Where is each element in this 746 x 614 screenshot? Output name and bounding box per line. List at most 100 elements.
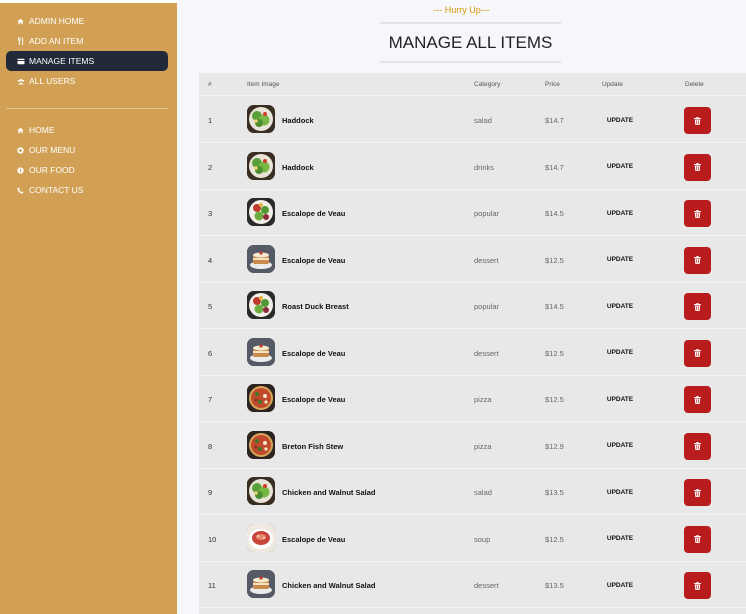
item-image xyxy=(247,105,275,133)
items-table: # Item Image Category Price Update Delet… xyxy=(199,73,746,614)
item-category: popular xyxy=(474,209,500,218)
item-image xyxy=(247,337,275,366)
item-price: $13.5 xyxy=(545,488,564,497)
item-image xyxy=(247,291,275,319)
item-image xyxy=(247,384,275,412)
item-image xyxy=(247,198,275,226)
item-price: $12.5 xyxy=(545,348,564,358)
row-number: 6 xyxy=(208,348,213,358)
main-content: --- Hurry Up--- MANAGE ALL ITEMS # Item … xyxy=(177,0,746,614)
table-row: 3 Escalope de Veau popular $14.5 UPDATE xyxy=(199,190,746,236)
title-box: MANAGE ALL ITEMS xyxy=(380,22,561,63)
sidebar-item-label: Contact Us xyxy=(29,185,84,195)
update-button[interactable]: UPDATE xyxy=(599,252,641,268)
sidebar-item-label: Our Menu xyxy=(29,145,76,155)
item-name: Haddock xyxy=(282,162,314,172)
item-image xyxy=(247,244,275,273)
update-button[interactable]: UPDATE xyxy=(599,205,641,221)
update-button[interactable]: UPDATE xyxy=(599,298,641,314)
delete-button[interactable] xyxy=(684,479,711,506)
table-row: 4 Escalope de Veau dessert $12.5 UPDATE xyxy=(199,237,746,283)
sidebar-item-contact-us[interactable]: Contact Us xyxy=(6,180,168,200)
col-header-number: # xyxy=(208,81,212,88)
delete-button[interactable] xyxy=(684,246,711,274)
row-number: 11 xyxy=(208,581,216,590)
item-image xyxy=(247,477,275,505)
col-header-category: Category xyxy=(474,81,501,88)
sidebar-item-home[interactable]: Home xyxy=(6,120,168,140)
item-image xyxy=(247,523,275,552)
sidebar-item-all-users[interactable]: All Users xyxy=(6,71,168,91)
item-name: Chicken and Walnut Salad xyxy=(282,581,376,590)
utensils-icon xyxy=(15,37,26,45)
delete-button[interactable] xyxy=(684,386,711,413)
trash-icon xyxy=(694,116,701,125)
sidebar-item-our-menu[interactable]: Our Menu xyxy=(6,140,168,160)
sidebar-item-our-food[interactable]: Our Food xyxy=(6,160,168,180)
table-row: 5 Roast Duck Breast popular $14.5 UPDATE xyxy=(199,283,746,329)
row-number: 8 xyxy=(208,441,213,451)
trash-icon xyxy=(694,535,701,543)
delete-button[interactable] xyxy=(684,153,711,181)
item-price: $14.5 xyxy=(545,209,564,218)
item-price: $12.5 xyxy=(545,255,564,265)
update-button[interactable]: UPDATE xyxy=(599,577,641,593)
section-subtitle: --- Hurry Up--- xyxy=(433,5,490,15)
item-category: dessert xyxy=(474,348,499,358)
sidebar-item-admin-home[interactable]: Admin Home xyxy=(6,11,168,31)
item-name: Roast Duck Breast xyxy=(282,302,349,311)
item-category: dessert xyxy=(474,581,499,590)
table-row: 2 Haddock drinks $14.7 UPDATE xyxy=(199,144,746,190)
row-number: 5 xyxy=(208,302,213,311)
item-category: dessert xyxy=(474,255,499,265)
page-title: MANAGE ALL ITEMS xyxy=(388,32,553,52)
item-price: $14.7 xyxy=(545,162,564,172)
delete-button[interactable] xyxy=(684,525,711,553)
item-category: soup xyxy=(474,534,491,544)
trash-icon xyxy=(694,442,701,450)
item-category: salad xyxy=(474,116,492,125)
users-icon xyxy=(15,78,26,85)
item-name: Escalope de Veau xyxy=(282,534,346,544)
item-price: $12.9 xyxy=(545,441,564,451)
home-icon xyxy=(15,127,26,134)
item-price: $12.5 xyxy=(545,395,564,404)
sidebar: Admin Home Add an Item Manage Items All Use… xyxy=(0,3,177,614)
delete-button[interactable] xyxy=(684,339,711,367)
item-image xyxy=(247,570,275,598)
item-price: $14.5 xyxy=(545,302,564,311)
update-button[interactable]: UPDATE xyxy=(599,438,641,454)
sidebar-item-label: Our Food xyxy=(29,165,75,175)
update-button[interactable]: UPDATE xyxy=(599,345,641,361)
trash-icon xyxy=(694,302,701,311)
table-row: 8 Breton Fish Stew pizza $12.9 UPDATE xyxy=(199,423,746,469)
trash-icon xyxy=(694,488,701,497)
sidebar-item-manage-items[interactable]: Manage Items xyxy=(6,51,168,71)
delete-button[interactable] xyxy=(684,107,711,134)
wallet-icon xyxy=(15,58,26,65)
trash-icon xyxy=(694,349,701,357)
sidebar-item-label: All Users xyxy=(29,76,76,86)
delete-button[interactable] xyxy=(684,200,711,227)
delete-button[interactable] xyxy=(684,572,711,599)
item-name: Chicken and Walnut Salad xyxy=(282,488,376,497)
item-category: salad xyxy=(474,488,492,497)
table-row: 1 Haddock salad $14.7 UPDATE xyxy=(199,97,746,143)
update-button[interactable]: UPDATE xyxy=(599,112,641,128)
row-number: 3 xyxy=(208,209,213,218)
update-button[interactable]: UPDATE xyxy=(599,391,641,407)
col-header-delete: Delete xyxy=(685,81,704,88)
update-button[interactable]: UPDATE xyxy=(599,484,641,500)
delete-button[interactable] xyxy=(684,293,711,320)
delete-button[interactable] xyxy=(684,432,711,460)
item-category: pizza xyxy=(474,395,492,404)
sidebar-item-add-an-item[interactable]: Add an Item xyxy=(6,31,168,51)
trash-icon xyxy=(694,163,701,171)
update-button[interactable]: UPDATE xyxy=(599,159,641,175)
item-image xyxy=(247,430,275,459)
item-category: pizza xyxy=(474,441,492,451)
phone-icon xyxy=(15,187,26,194)
row-number: 4 xyxy=(208,255,213,265)
update-button[interactable]: UPDATE xyxy=(599,531,641,547)
trash-icon xyxy=(694,256,701,264)
